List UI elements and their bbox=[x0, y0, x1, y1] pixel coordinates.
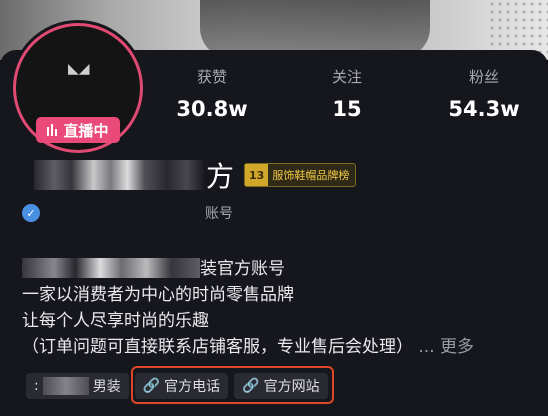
live-badge[interactable]: 直播中 bbox=[36, 117, 120, 143]
account-name-tail: 方 bbox=[206, 160, 235, 193]
verified-check-icon: ✓ bbox=[22, 204, 40, 222]
highlight-annotation-box bbox=[131, 366, 334, 404]
avatar-logo-icon: ◣◢ bbox=[68, 61, 90, 77]
stat-following-label: 关注 bbox=[331, 68, 362, 86]
bio: 装官方账号 一家以消费者为中心的时尚零售品牌 让每个人尽享时尚的乐趣 （订单问题… bbox=[22, 256, 532, 360]
stat-followers[interactable]: 粉丝 54.3w bbox=[424, 66, 544, 121]
stat-following[interactable]: 关注 15 bbox=[287, 66, 407, 121]
bio-line-2: 一家以消费者为中心的时尚零售品牌 bbox=[22, 285, 294, 305]
live-bars-icon bbox=[47, 124, 58, 136]
bio-line-1: 装官方账号 bbox=[22, 256, 532, 282]
name-redaction bbox=[34, 160, 204, 190]
stat-likes-label: 获赞 bbox=[196, 68, 227, 86]
verification-row: ✓ 账号 bbox=[22, 202, 233, 224]
bio-redaction bbox=[22, 258, 200, 278]
account-name-row: 方 13 服饰鞋帽品牌榜 bbox=[34, 160, 357, 193]
bio-more-link[interactable]: ... 更多 bbox=[418, 337, 474, 357]
rank-number: 13 bbox=[245, 164, 269, 186]
bio-line-4: （订单问题可直接联系店铺客服，专业售后会处理） ... 更多 bbox=[22, 334, 532, 360]
stat-followers-label: 粉丝 bbox=[468, 68, 499, 86]
tag-category-redaction bbox=[42, 377, 89, 395]
stat-likes[interactable]: 获赞 30.8w bbox=[152, 66, 272, 121]
tag-category[interactable]: : 男装 bbox=[26, 373, 129, 399]
bio-line-4-text: （订单问题可直接联系店铺客服，专业售后会处理） bbox=[22, 337, 413, 357]
live-label: 直播中 bbox=[63, 121, 109, 140]
bio-line-1-tail: 装官方账号 bbox=[200, 259, 285, 279]
verification-text-tail: 账号 bbox=[205, 206, 233, 222]
stat-followers-value: 54.3w bbox=[448, 97, 520, 121]
tag-category-tail: 男装 bbox=[92, 379, 121, 395]
bio-line-3: 让每个人尽享时尚的乐趣 bbox=[22, 311, 209, 331]
tag-category-prefix: : bbox=[34, 378, 39, 394]
rank-badge[interactable]: 13 服饰鞋帽品牌榜 bbox=[244, 163, 357, 187]
stat-likes-value: 30.8w bbox=[176, 97, 248, 121]
rank-text: 服饰鞋帽品牌榜 bbox=[272, 169, 350, 182]
stat-following-value: 15 bbox=[332, 97, 362, 121]
